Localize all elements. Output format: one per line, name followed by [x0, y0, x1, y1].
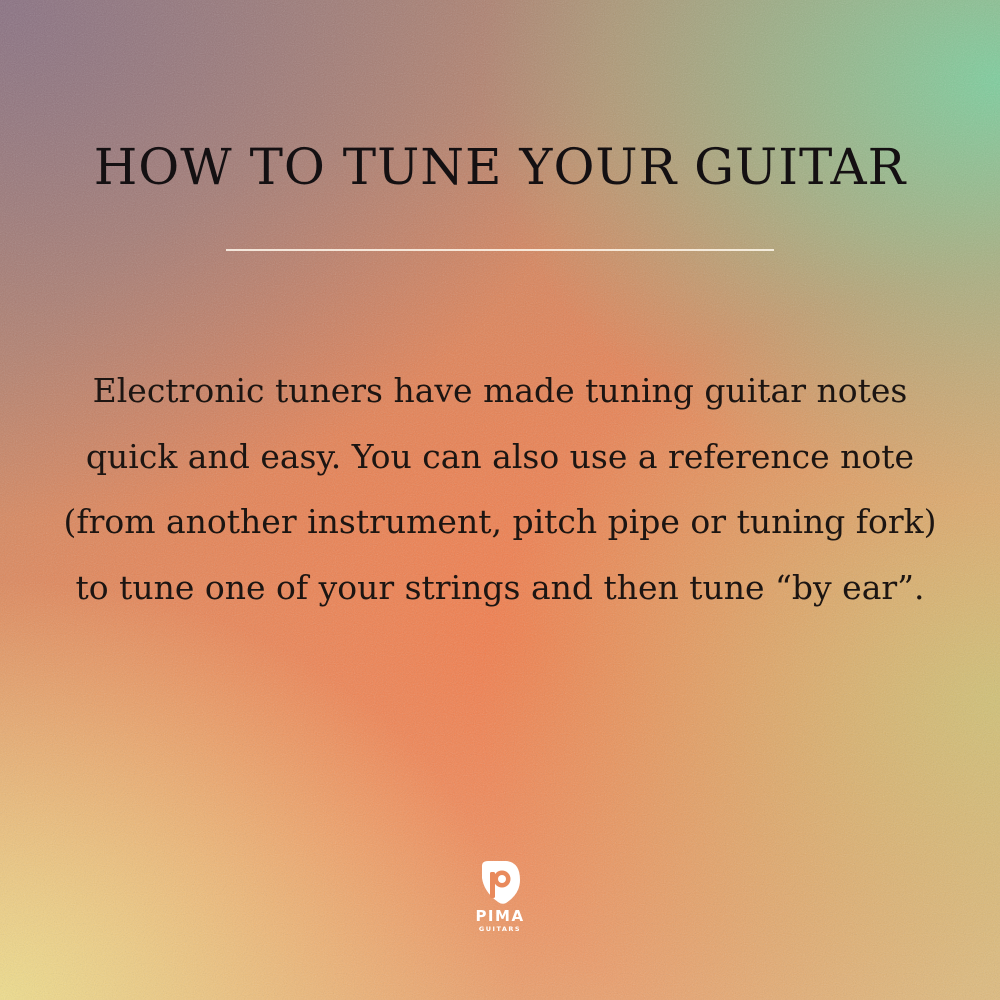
brand-tagline: GUITARS [478, 925, 522, 933]
pima-pick-logo-icon [482, 861, 520, 904]
post-title: HOW TO TUNE YOUR GUITAR [93, 138, 907, 196]
brand-logo: PIMA GUITARS [470, 858, 530, 942]
brand-name: PIMA [475, 907, 525, 925]
title-divider [226, 249, 774, 251]
instagram-post-card: HOW TO TUNE YOUR GUITAR Electronic tuner… [0, 0, 1000, 1000]
post-body-text: Electronic tuners have made tuning guita… [63, 371, 937, 607]
